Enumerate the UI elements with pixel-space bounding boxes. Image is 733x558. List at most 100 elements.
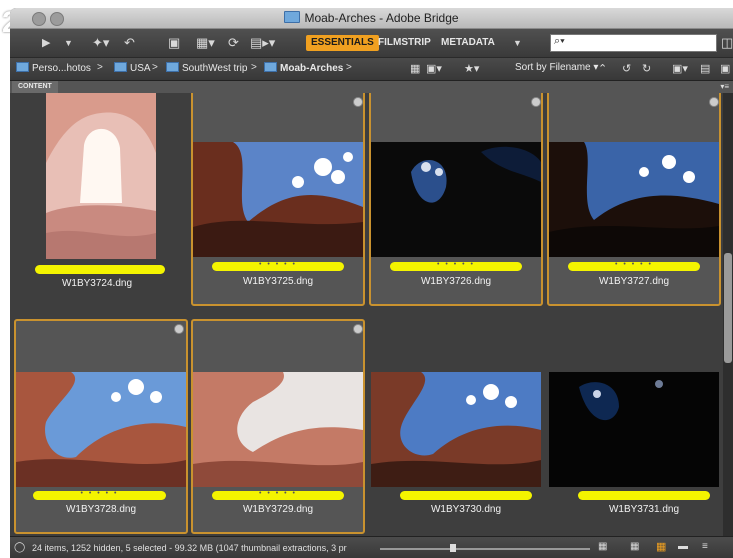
filename: W1BY3728.dng [65, 504, 137, 515]
breadcrumb-item[interactable]: USA [114, 62, 151, 74]
sort-direction-icon[interactable]: ⌃ [598, 62, 607, 75]
breadcrumb-label: Moab-Arches [280, 63, 344, 74]
breadcrumb-label: USA [130, 63, 151, 74]
window-title-text: Moab-Arches - Adobe Bridge [304, 11, 459, 25]
workspace-metadata[interactable]: METADATA [436, 35, 500, 51]
thumbnail-view-icon[interactable]: ▦ [656, 540, 666, 553]
breadcrumb-item[interactable]: SouthWest trip [166, 62, 247, 74]
thumbnail-image [549, 372, 719, 487]
filter-icon[interactable]: ▣▾ [426, 62, 442, 75]
slider-handle[interactable] [450, 544, 456, 552]
status-bar: ◯ 24 items, 1252 hidden, 5 selected - 99… [10, 536, 733, 558]
sort-dropdown[interactable]: Sort by Filename ▾ [515, 62, 598, 73]
thumbnail-size-slider[interactable] [380, 544, 590, 552]
filename: W1BY3724.dng [61, 278, 133, 289]
workspace-filmstrip[interactable]: FILMSTRIP [373, 35, 436, 51]
thumbnail-item[interactable]: • • • • • W1BY3729.dng [191, 319, 365, 534]
breadcrumb-label: Perso...hotos [32, 63, 91, 74]
rotate-right-icon[interactable]: ↻ [642, 62, 651, 75]
path-bar: Perso...hotos > USA > SouthWest trip > M… [10, 58, 733, 81]
thumbnail-image [371, 372, 541, 487]
chevron-down-icon[interactable]: ▼ [64, 35, 73, 51]
folder-icon [166, 62, 179, 72]
rotate-left-icon[interactable]: ↺ [622, 62, 631, 75]
breadcrumb-separator: > [251, 62, 257, 73]
thumbnail-item[interactable]: W1BY3724.dng [10, 93, 184, 305]
details-view-icon[interactable]: ▬ [678, 541, 688, 552]
new-folder-icon[interactable]: ▤ [700, 62, 710, 75]
recent-folder-icon[interactable]: ✦▾ [92, 35, 109, 51]
loading-spinner-icon: ◯ [14, 542, 26, 553]
thumbnail-item[interactable]: • • • • • W1BY3728.dng [14, 319, 188, 534]
list-view-icon[interactable]: ≡ [702, 541, 708, 552]
breadcrumb-label: SouthWest trip [182, 63, 248, 74]
window-title: Moab-Arches - Adobe Bridge [10, 11, 733, 25]
panel-header: CONTENT ▾≡ [10, 81, 733, 93]
lock-grid-icon[interactable]: ▦ [598, 541, 607, 552]
breadcrumb-separator: > [97, 62, 103, 73]
thumbnail-quality-icon[interactable]: ▦ [410, 62, 420, 75]
color-label: • • • • • [390, 261, 522, 271]
stack-badge-icon [709, 97, 719, 107]
color-label: • • • • • [568, 261, 700, 271]
workspace-essentials[interactable]: ESSENTIALS [306, 35, 379, 51]
open-in-camera-raw-icon[interactable]: ⟳ [228, 35, 239, 51]
folder-icon [114, 62, 127, 72]
vertical-scrollbar[interactable] [723, 93, 733, 536]
filename: W1BY3729.dng [242, 504, 314, 515]
title-bar: Moab-Arches - Adobe Bridge [10, 8, 733, 29]
scrollbar-thumb[interactable] [724, 253, 732, 363]
filename: W1BY3725.dng [242, 276, 314, 287]
stack-badge-icon [353, 324, 363, 334]
thumbnail-item[interactable]: W1BY3730.dng [369, 319, 543, 534]
compact-mode-icon[interactable]: ◫ [721, 35, 733, 51]
thumbnail-image [16, 372, 186, 487]
color-label: • • • • • [33, 490, 166, 500]
filename: W1BY3727.dng [598, 276, 670, 287]
color-label: • • • • • [212, 261, 344, 271]
stack-badge-icon [174, 324, 184, 334]
boomerang-icon[interactable]: ↶ [124, 35, 135, 51]
thumbnail-image [371, 142, 541, 257]
folder-icon [264, 62, 277, 72]
panel-menu-icon[interactable]: ▾≡ [720, 81, 729, 93]
output-icon[interactable]: ▤▸▾ [250, 35, 275, 51]
camera-download-icon[interactable]: ▣ [168, 35, 180, 51]
breadcrumb-separator: > [152, 62, 158, 73]
bridge-window: Moab-Arches - Adobe Bridge ▶ ▼ ✦▾ ↶ ▣ ▦▾… [10, 8, 733, 558]
status-text: 24 items, 1252 hidden, 5 selected - 99.3… [32, 543, 347, 553]
color-label [400, 491, 532, 500]
filename: W1BY3726.dng [420, 276, 492, 287]
thumbnail-item[interactable]: W1BY3731.dng [547, 319, 721, 534]
tab-content[interactable]: CONTENT [12, 81, 58, 93]
breadcrumb-separator: > [346, 62, 352, 73]
toolbar: ▶ ▼ ✦▾ ↶ ▣ ▦▾ ⟳ ▤▸▾ ESSENTIALS FILMSTRIP… [10, 29, 733, 58]
thumbnail-image [193, 372, 363, 487]
color-label [578, 491, 710, 500]
color-label [35, 265, 165, 274]
grid-view-icon[interactable]: ▦ [630, 541, 639, 552]
stack-badge-icon [353, 97, 363, 107]
breadcrumb-item[interactable]: Perso...hotos [16, 62, 91, 74]
content-panel: W1BY3724.dng • • • • • W1BY3725.dng • • … [10, 93, 723, 536]
filename: W1BY3731.dng [608, 504, 680, 515]
search-icon: ⌕▾ [554, 35, 565, 47]
go-forward-icon[interactable]: ▶ [42, 35, 50, 51]
open-recent-icon[interactable]: ▣▾ [672, 62, 688, 75]
star-rating-icon[interactable]: ★▾ [464, 62, 479, 75]
thumbnail-image [46, 93, 156, 259]
sort-label: Sort by Filename [515, 62, 591, 73]
thumbnail-item[interactable]: • • • • • W1BY3727.dng [547, 93, 721, 306]
thumbnail-image [193, 142, 363, 257]
thumbnail-item[interactable]: • • • • • W1BY3726.dng [369, 93, 543, 306]
refine-icon[interactable]: ▦▾ [196, 35, 215, 51]
search-input[interactable]: ⌕▾ [550, 34, 717, 52]
color-label: • • • • • [212, 490, 344, 500]
workspace-menu-icon[interactable]: ▼ [513, 35, 522, 51]
thumbnail-item[interactable]: • • • • • W1BY3725.dng [191, 93, 365, 306]
folder-icon [284, 11, 301, 23]
thumbnail-image [549, 142, 719, 257]
breadcrumb-item-current[interactable]: Moab-Arches [264, 62, 343, 74]
trash-icon[interactable]: ▣ [720, 62, 730, 75]
folder-icon [16, 62, 29, 72]
